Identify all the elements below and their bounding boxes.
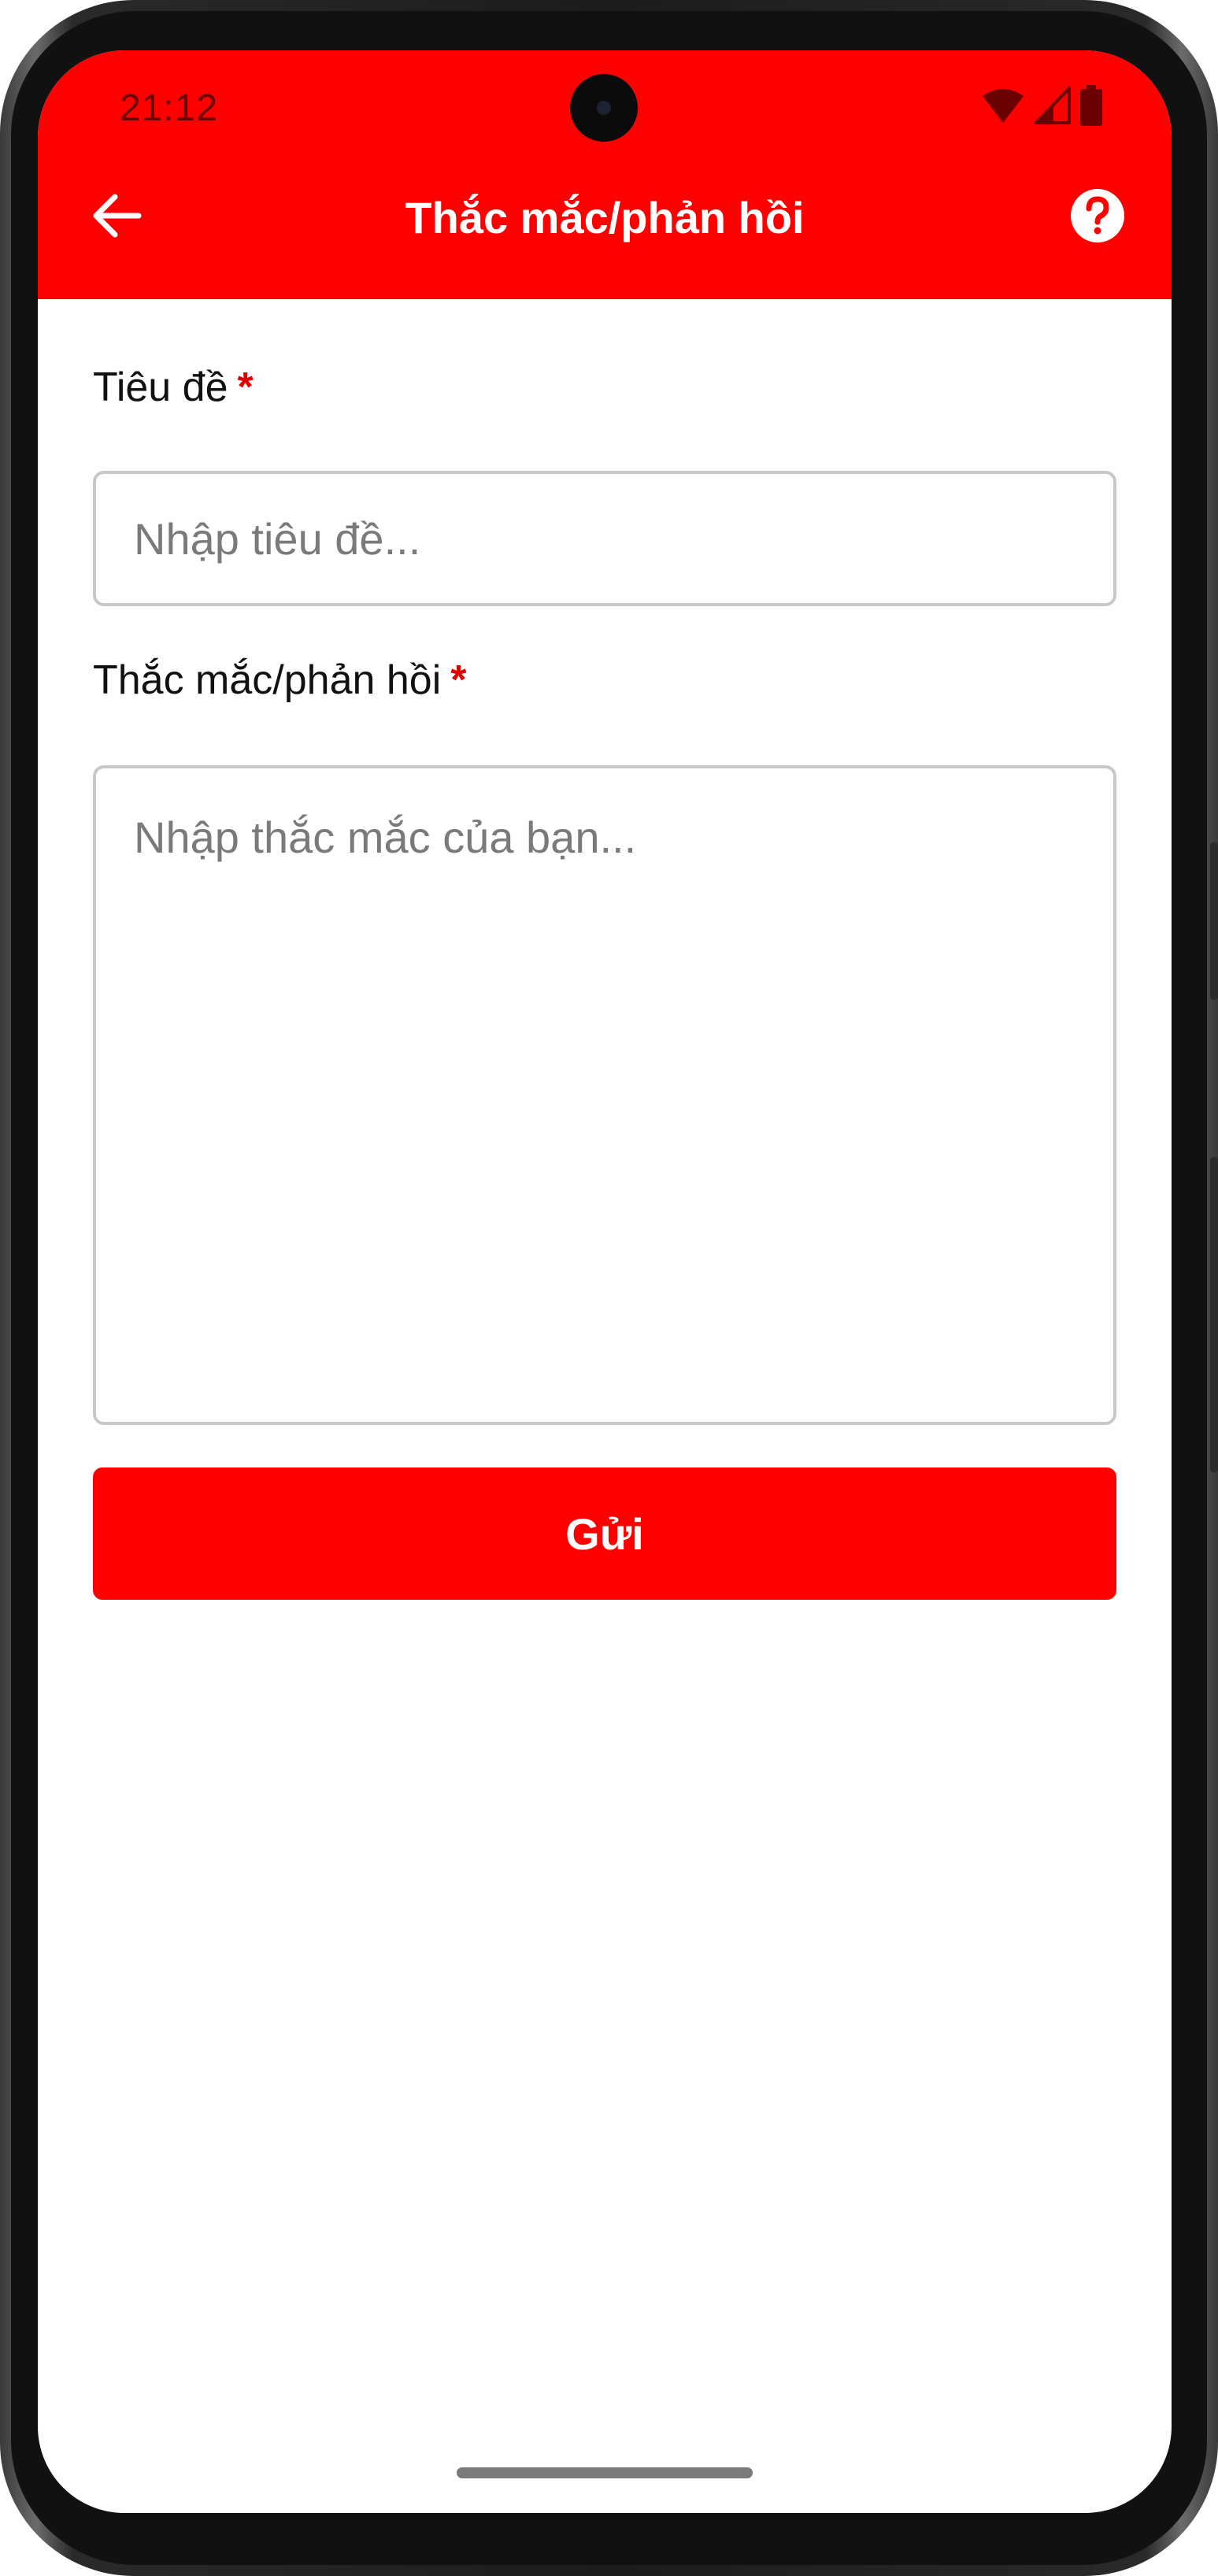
- feedback-field-label: Thắc mắc/phản hồi *: [93, 657, 467, 704]
- status-icons: [981, 83, 1102, 130]
- title-label-text: Tiêu đề: [93, 365, 228, 410]
- feedback-label-text: Thắc mắc/phản hồi: [93, 657, 442, 703]
- volume-button: [1210, 1157, 1218, 1472]
- home-indicator[interactable]: [457, 2467, 753, 2478]
- battery-icon: [1080, 84, 1102, 130]
- cellular-signal-icon: [1032, 83, 1071, 128]
- title-input[interactable]: [93, 471, 1116, 606]
- required-mark: *: [237, 365, 254, 410]
- front-camera: [570, 74, 638, 142]
- app-header: 21:12 Thắc mắc/phản hồi: [38, 50, 1172, 299]
- power-button: [1210, 842, 1218, 1000]
- phone-frame: 21:12 Thắc mắc/phản hồi Tiêu đề * Nhập t…: [0, 0, 1218, 2576]
- submit-button[interactable]: Gửi: [93, 1468, 1116, 1600]
- feedback-textarea[interactable]: [93, 765, 1116, 1425]
- help-button[interactable]: [1066, 186, 1129, 249]
- help-circle-icon: [1069, 187, 1126, 248]
- status-time: 21:12: [120, 87, 219, 129]
- wifi-icon: [981, 87, 1025, 128]
- required-mark: *: [450, 657, 467, 703]
- page-title: Thắc mắc/phản hồi: [405, 193, 805, 242]
- screen: 21:12 Thắc mắc/phản hồi Tiêu đề * Nhập t…: [38, 50, 1172, 2513]
- title-field-label: Tiêu đề *: [93, 364, 254, 411]
